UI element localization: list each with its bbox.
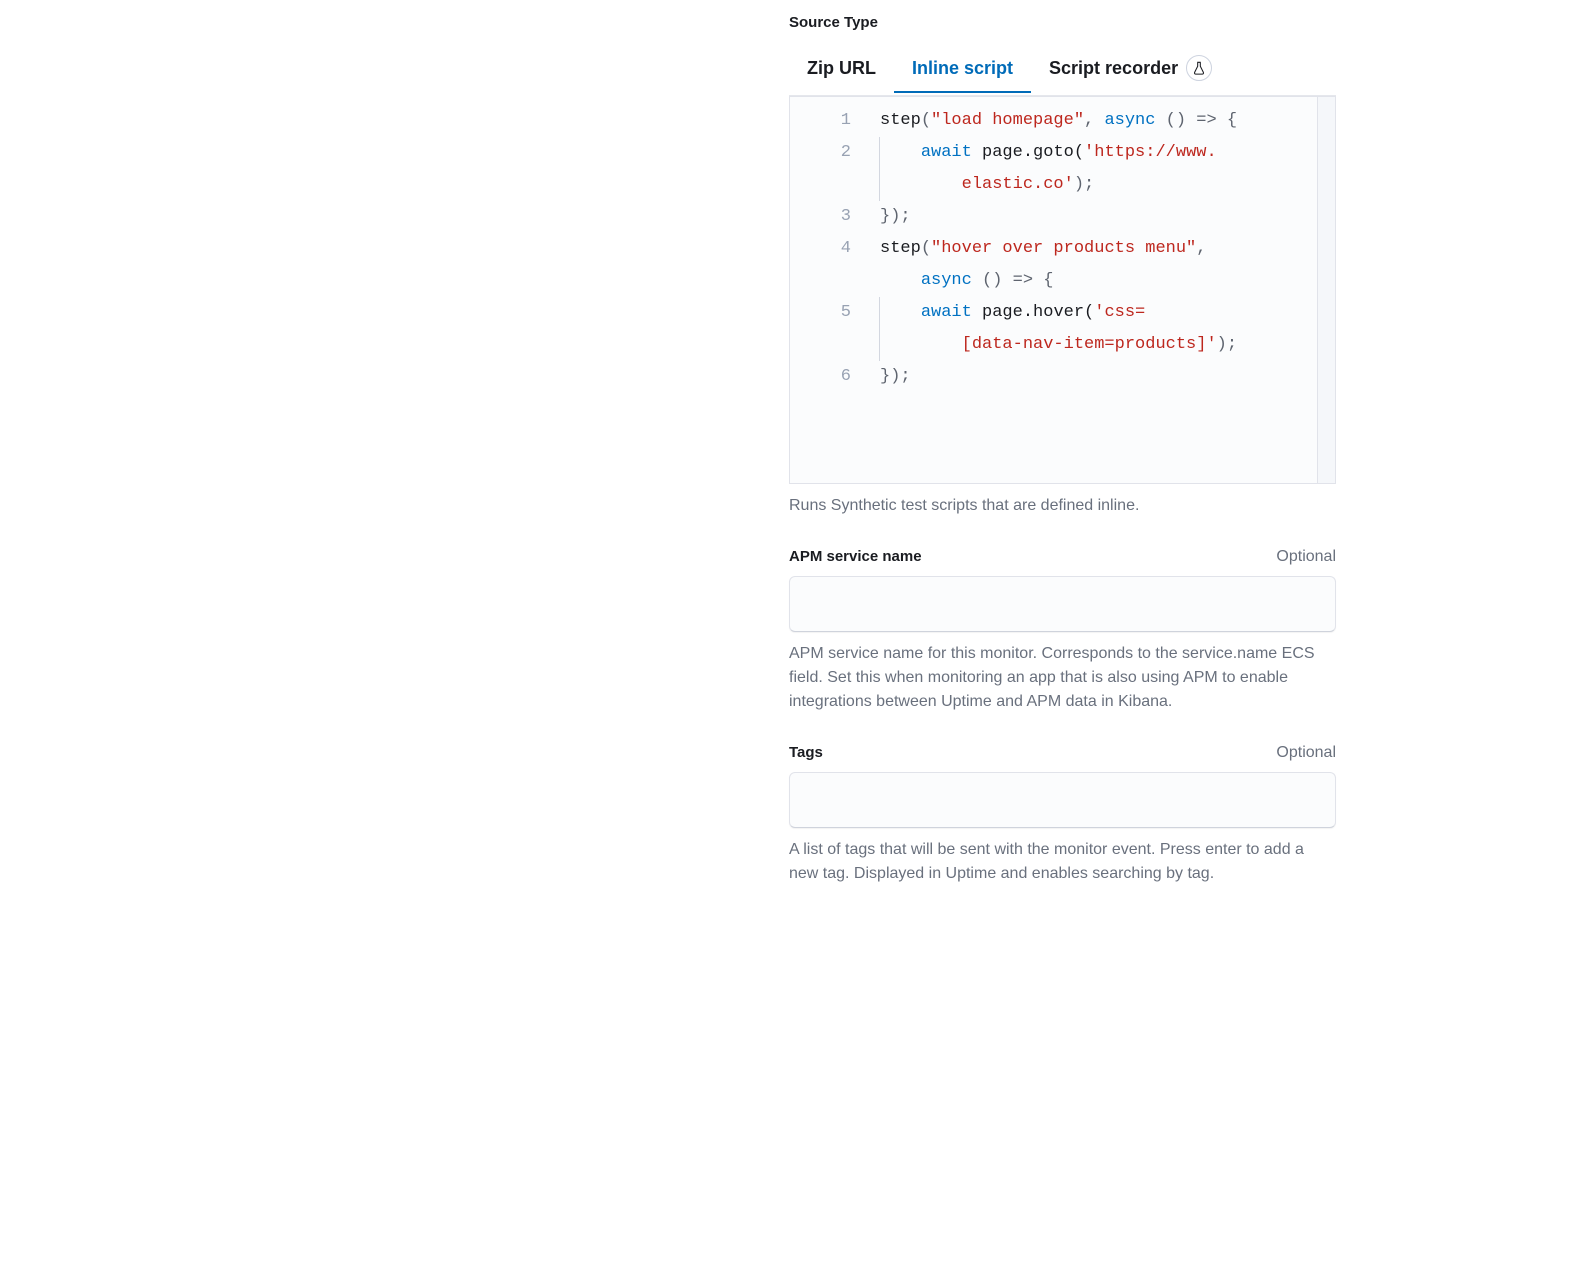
code-line: step("hover over products menu", async (… — [880, 233, 1307, 297]
tags-input[interactable] — [789, 772, 1336, 828]
code-line: await page.goto('https://www. elastic.co… — [880, 137, 1307, 201]
apm-service-name-input[interactable] — [789, 576, 1336, 632]
tab-zip-url[interactable]: Zip URL — [789, 46, 894, 93]
tab-label: Zip URL — [807, 58, 876, 79]
tags-optional-tag: Optional — [1276, 744, 1336, 762]
source-type-helper: Runs Synthetic test scripts that are def… — [789, 494, 1336, 518]
code-body[interactable]: step("load homepage", async () => { awai… — [870, 97, 1317, 483]
code-line: await page.hover('css= [data-nav-item=pr… — [880, 297, 1307, 361]
tags-group: Tags Optional A list of tags that will b… — [789, 744, 1336, 886]
code-line: }); — [880, 361, 1307, 393]
apm-optional-tag: Optional — [1276, 548, 1336, 566]
apm-service-name-group: APM service name Optional APM service na… — [789, 548, 1336, 714]
tab-script-recorder[interactable]: Script recorder — [1031, 43, 1230, 95]
beaker-icon — [1186, 55, 1212, 81]
apm-helper: APM service name for this monitor. Corre… — [789, 642, 1336, 714]
inline-script-editor[interactable]: 123456 step("load homepage", async () =>… — [789, 96, 1336, 484]
source-type-label: Source Type — [789, 14, 1336, 31]
code-gutter: 123456 — [790, 97, 870, 483]
tab-label: Inline script — [912, 58, 1013, 79]
source-type-section: Source Type Zip URL Inline script Script r… — [789, 0, 1336, 518]
code-line: }); — [880, 201, 1307, 233]
source-type-tabs: Zip URL Inline script Script recorder — [789, 43, 1336, 96]
tags-helper: A list of tags that will be sent with th… — [789, 838, 1336, 886]
tags-label: Tags — [789, 744, 823, 761]
apm-label: APM service name — [789, 548, 922, 565]
code-line: step("load homepage", async () => { — [880, 105, 1307, 137]
tab-label: Script recorder — [1049, 58, 1178, 79]
tab-inline-script[interactable]: Inline script — [894, 46, 1031, 93]
scrollbar[interactable] — [1317, 97, 1335, 483]
